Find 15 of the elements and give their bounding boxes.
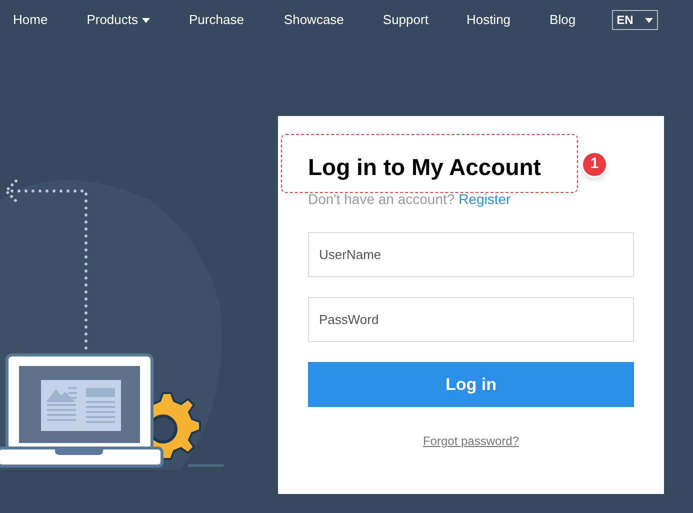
input-field[interactable]: PassWord (308, 297, 634, 342)
caret-icon (644, 18, 653, 22)
forgot-password-link[interactable]: Forgot password? (422, 432, 520, 450)
nav-link[interactable]: Products (86, 10, 150, 30)
nav-link[interactable]: Blog (550, 10, 576, 30)
nav-link[interactable]: Hosting (466, 10, 511, 30)
nav-link[interactable]: Showcase (284, 10, 344, 30)
nav-link[interactable]: Home (13, 10, 48, 30)
shadow-line (188, 464, 224, 467)
nav-link[interactable]: Support (382, 10, 428, 30)
input-field[interactable]: UserName (308, 232, 634, 277)
login-title: Log in to My Account (308, 153, 541, 181)
language-select[interactable]: EN (612, 10, 658, 30)
nav-link[interactable]: Purchase (189, 10, 244, 30)
register-prompt: Don't have an account? Register (308, 190, 512, 209)
